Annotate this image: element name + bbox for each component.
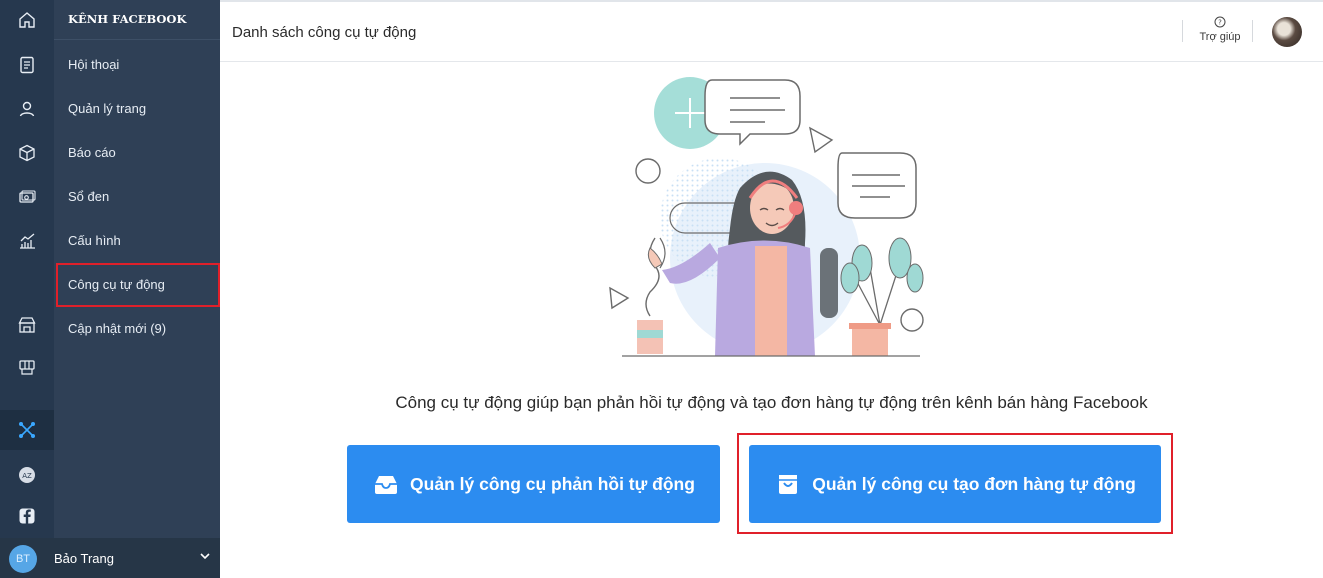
highlight-box [737,433,1173,534]
profile-avatar[interactable] [1272,17,1302,47]
menu-item-reports[interactable]: Báo cáo [68,145,116,160]
menu-heading: KÊNH FACEBOOK [68,12,187,26]
svg-text:?: ? [1218,19,1222,27]
button-label: Quản lý công cụ phản hồi tự động [410,473,695,494]
home-icon[interactable] [0,0,54,40]
icon-rail: AZ [0,0,54,578]
avatar: BT [9,545,37,573]
chart-icon[interactable] [0,221,54,261]
menu-item-conversations[interactable]: Hội thoại [68,57,119,72]
box-icon[interactable] [0,133,54,173]
help-button[interactable]: ? Trợ giúp [1198,16,1242,43]
support-agent-illustration [609,77,924,357]
menu-item-updates[interactable]: Cập nhật mới (9) [68,321,166,336]
menu-item-blacklist[interactable]: Sổ đen [68,189,109,204]
cash-icon[interactable] [0,177,54,217]
facebook-icon[interactable] [0,496,54,536]
chevron-down-icon[interactable] [198,549,212,563]
user-name: Bảo Trang [54,551,114,566]
side-menu: KÊNH FACEBOOK Hội thoại Quản lý trang Bá… [0,0,220,578]
divider [54,39,220,40]
description-text: Công cụ tự động giúp bạn phản hồi tự độn… [395,393,1148,412]
automation-icon[interactable] [0,410,54,450]
az-icon[interactable]: AZ [0,455,54,495]
page-title: Danh sách công cụ tự động [232,24,417,41]
menu-item-page-management[interactable]: Quản lý trang [68,101,146,116]
manage-auto-reply-button[interactable]: Quản lý công cụ phản hồi tự động [347,445,720,523]
divider [1182,20,1183,42]
question-icon: ? [1214,16,1226,28]
pos-icon[interactable] [0,348,54,388]
svg-text:AZ: AZ [22,472,32,480]
user-switcher[interactable]: BT Bảo Trang [0,538,220,578]
page-header: Danh sách công cụ tự động ? Trợ giúp [220,2,1323,62]
highlight-box [56,263,220,307]
store-icon[interactable] [0,305,54,345]
divider [1252,20,1253,42]
help-label: Trợ giúp [1199,31,1241,43]
inbox-tray-icon [375,476,398,494]
user-icon[interactable] [0,89,54,129]
document-icon[interactable] [0,45,54,85]
menu-item-settings[interactable]: Cấu hình [68,233,121,248]
